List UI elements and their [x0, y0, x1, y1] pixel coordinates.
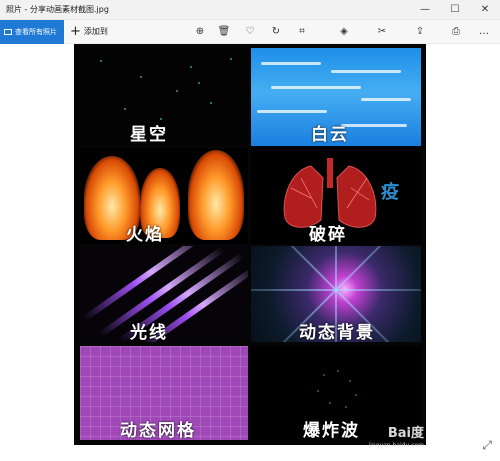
light-ray [251, 246, 337, 291]
cloud-streak [257, 110, 327, 113]
star [124, 108, 126, 110]
view-all-photos-button[interactable]: 查看所有照片 [0, 20, 64, 44]
light-ray [336, 289, 421, 292]
share-icon[interactable]: ⇪ [412, 24, 428, 40]
light-ray [251, 289, 336, 292]
spark [355, 394, 357, 396]
star [100, 60, 102, 62]
light-ray [335, 246, 337, 291]
effect-label: 白云 [311, 125, 349, 145]
effect-dynamic-background: 动态背景 [251, 246, 421, 342]
cloud-streak [261, 62, 321, 65]
cloud-streak [341, 124, 407, 127]
plus-icon: + [70, 24, 81, 39]
cloud-streak [331, 70, 401, 73]
window-titlebar: 照片 - 分享动画素材截图.jpg — ☐ ✕ [0, 0, 500, 20]
star [190, 66, 192, 68]
effect-dynamic-grid: 动态网格 [80, 346, 248, 440]
spark [329, 402, 331, 404]
star [210, 102, 212, 104]
view-all-label: 查看所有照片 [15, 28, 57, 36]
cloud-streak [361, 98, 411, 101]
minimize-button[interactable]: — [410, 0, 440, 20]
zoom-icon[interactable]: ⊕ [192, 24, 208, 40]
effect-label: 动态网格 [120, 421, 196, 440]
enhance-icon[interactable]: ◈ [336, 24, 352, 40]
effect-label: 破碎 [309, 225, 347, 244]
photos-icon [4, 29, 12, 35]
spark [345, 406, 347, 408]
virus-glyph: 疫 [381, 182, 399, 203]
favorite-icon[interactable]: ♡ [242, 24, 258, 40]
baidu-watermark-url: jingyan.baidu.com [368, 442, 424, 449]
star [198, 82, 200, 84]
effect-label: 动态背景 [299, 323, 375, 342]
edit-icon[interactable]: ✂ [374, 24, 390, 40]
maximize-button[interactable]: ☐ [440, 0, 470, 20]
spark [317, 390, 319, 392]
light-ray [335, 246, 421, 291]
add-to-button[interactable]: + 添加到 [70, 20, 108, 44]
close-button[interactable]: ✕ [470, 0, 500, 20]
effect-label: 光线 [130, 323, 168, 342]
effect-shatter: 疫 破碎 [251, 148, 421, 244]
add-to-label: 添加到 [83, 27, 108, 36]
spark [337, 370, 339, 372]
baidu-watermark: Bai度 [387, 426, 424, 441]
star [140, 76, 142, 78]
print-icon[interactable]: ⎙ [448, 24, 464, 40]
spark [323, 374, 325, 376]
window-title: 照片 - 分享动画素材截图.jpg [6, 5, 109, 14]
spark [349, 380, 351, 382]
cloud-streak [271, 86, 361, 89]
effect-flame: 火焰 [80, 148, 248, 244]
flame-shape [188, 150, 244, 240]
effect-light-rays: 光线 [80, 246, 248, 342]
crop-icon[interactable]: ⌗ [294, 24, 310, 40]
star [176, 90, 178, 92]
effect-starry-sky: 星空 [80, 48, 248, 146]
fullscreen-expand-icon[interactable]: ⤢ [482, 438, 492, 453]
delete-icon[interactable]: 🗑 [216, 24, 232, 40]
more-icon[interactable]: … [476, 24, 492, 40]
displayed-photo: 星空 白云 火焰 疫 破碎 光线 动态背景 动态网格 爆炸波 [74, 44, 426, 445]
rotate-icon[interactable]: ↻ [268, 24, 284, 40]
star [230, 58, 232, 60]
effect-label: 火焰 [126, 225, 164, 244]
effect-label: 星空 [130, 125, 168, 145]
effect-white-clouds: 白云 [251, 48, 421, 146]
effect-label: 爆炸波 [303, 421, 360, 440]
